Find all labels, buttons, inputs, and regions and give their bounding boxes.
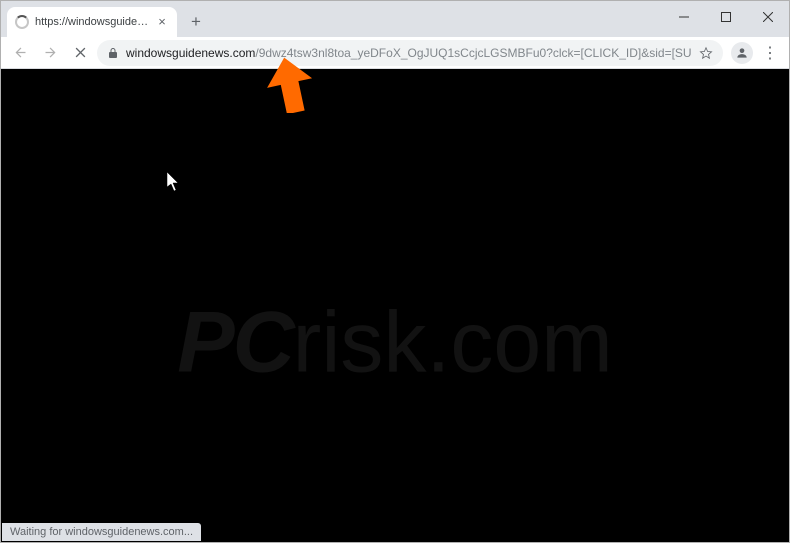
stop-icon (73, 45, 88, 60)
forward-arrow-icon (43, 45, 58, 60)
new-tab-button[interactable]: + (183, 9, 209, 35)
bookmark-star-icon[interactable] (699, 46, 713, 60)
back-button[interactable] (7, 40, 33, 66)
stop-reload-button[interactable] (67, 40, 93, 66)
lock-icon (107, 47, 119, 59)
menu-button[interactable]: ⋮ (757, 40, 783, 66)
close-window-button[interactable] (747, 1, 789, 33)
mouse-cursor-icon (167, 172, 181, 197)
watermark: PCrisk.com (177, 294, 613, 393)
page-content: PCrisk.com (1, 69, 789, 542)
minimize-button[interactable] (663, 1, 705, 33)
maximize-icon (721, 12, 731, 22)
loading-spinner-icon (15, 15, 29, 29)
close-icon (763, 12, 773, 22)
browser-tab[interactable]: https://windowsguidenews.com/ × (7, 7, 177, 37)
close-tab-button[interactable]: × (155, 15, 169, 29)
url-path: /9dwz4tsw3nl8toa_yeDFoX_OgJUQ1sCcjcLGSMB… (255, 46, 692, 60)
watermark-pc: PC (177, 295, 292, 391)
profile-avatar-button[interactable] (731, 42, 753, 64)
watermark-risk: risk.com (293, 295, 613, 391)
person-icon (735, 46, 749, 60)
url-text: windowsguidenews.com/9dwz4tsw3nl8toa_yeD… (126, 46, 692, 60)
window-controls (663, 1, 789, 33)
browser-window: https://windowsguidenews.com/ × + (0, 0, 790, 543)
tab-title: https://windowsguidenews.com/ (35, 16, 149, 28)
url-domain: windowsguidenews.com (126, 46, 255, 60)
minimize-icon (679, 12, 689, 22)
maximize-button[interactable] (705, 1, 747, 33)
forward-button[interactable] (37, 40, 63, 66)
titlebar: https://windowsguidenews.com/ × + (1, 1, 789, 37)
back-arrow-icon (13, 45, 28, 60)
toolbar: windowsguidenews.com/9dwz4tsw3nl8toa_yeD… (1, 37, 789, 69)
status-bar: Waiting for windowsguidenews.com... (2, 523, 201, 541)
address-bar[interactable]: windowsguidenews.com/9dwz4tsw3nl8toa_yeD… (97, 40, 723, 66)
